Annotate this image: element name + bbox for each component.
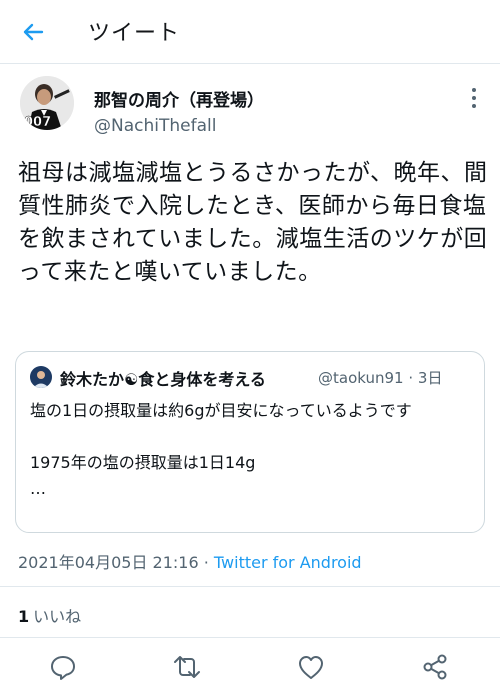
likes-label: いいね — [33, 607, 82, 626]
quoted-handle: @taokun91 — [318, 369, 404, 387]
source-app-link[interactable]: Twitter for Android — [214, 553, 362, 572]
reply-button[interactable] — [48, 652, 78, 682]
avatar-007-text: 007 — [24, 115, 51, 130]
more-vertical-icon — [472, 88, 476, 108]
quoted-display-name: 鈴木たか☯食と身体を考える — [60, 370, 266, 389]
likes-count: 1 — [18, 607, 30, 626]
page-title: ツイート — [88, 21, 181, 46]
timestamp-text: 2021年04月05日 21:16 — [18, 553, 199, 572]
quoted-meta: @taokun91 · 3日 — [318, 367, 442, 388]
quoted-tweet[interactable]: 鈴木たか☯食と身体を考える @taokun91 · 3日 塩の1日の摂取量は約6… — [15, 351, 485, 533]
quoted-separator: · — [408, 369, 414, 387]
divider — [0, 586, 500, 587]
timestamp-separator: · — [198, 553, 214, 572]
app-header: ツイート — [0, 0, 500, 64]
retweet-icon — [174, 656, 200, 678]
share-button[interactable] — [420, 652, 450, 682]
like-button[interactable] — [296, 652, 326, 682]
reply-icon — [51, 656, 75, 680]
quoted-time: 3日 — [417, 369, 443, 387]
more-options-button[interactable] — [468, 86, 480, 110]
likes-stat[interactable]: 1 いいね — [18, 603, 81, 627]
quoted-avatar — [30, 366, 52, 388]
like-icon — [299, 656, 323, 679]
divider — [0, 637, 500, 638]
avatar[interactable]: 007 — [20, 76, 74, 130]
author-display-name[interactable]: 那智の周介（再登場） — [94, 86, 264, 111]
tweet-author: 007 那智の周介（再登場） @NachiThefall — [0, 64, 500, 148]
quoted-text: 塩の1日の摂取量は約6gが目安になっているようです 1975年の塩の摂取量は1日… — [30, 401, 412, 498]
share-icon — [423, 654, 447, 680]
retweet-button[interactable] — [172, 652, 202, 682]
tweet-timestamp: 2021年04月05日 21:16 · Twitter for Android — [18, 549, 362, 573]
arrow-left-icon — [23, 23, 44, 41]
back-button[interactable] — [18, 17, 48, 47]
author-handle[interactable]: @NachiThefall — [94, 116, 216, 136]
tweet-text: 祖母は減塩減塩とうるさかったが、晩年、間質性肺炎で入院したとき、医師から毎日食塩… — [18, 160, 488, 285]
